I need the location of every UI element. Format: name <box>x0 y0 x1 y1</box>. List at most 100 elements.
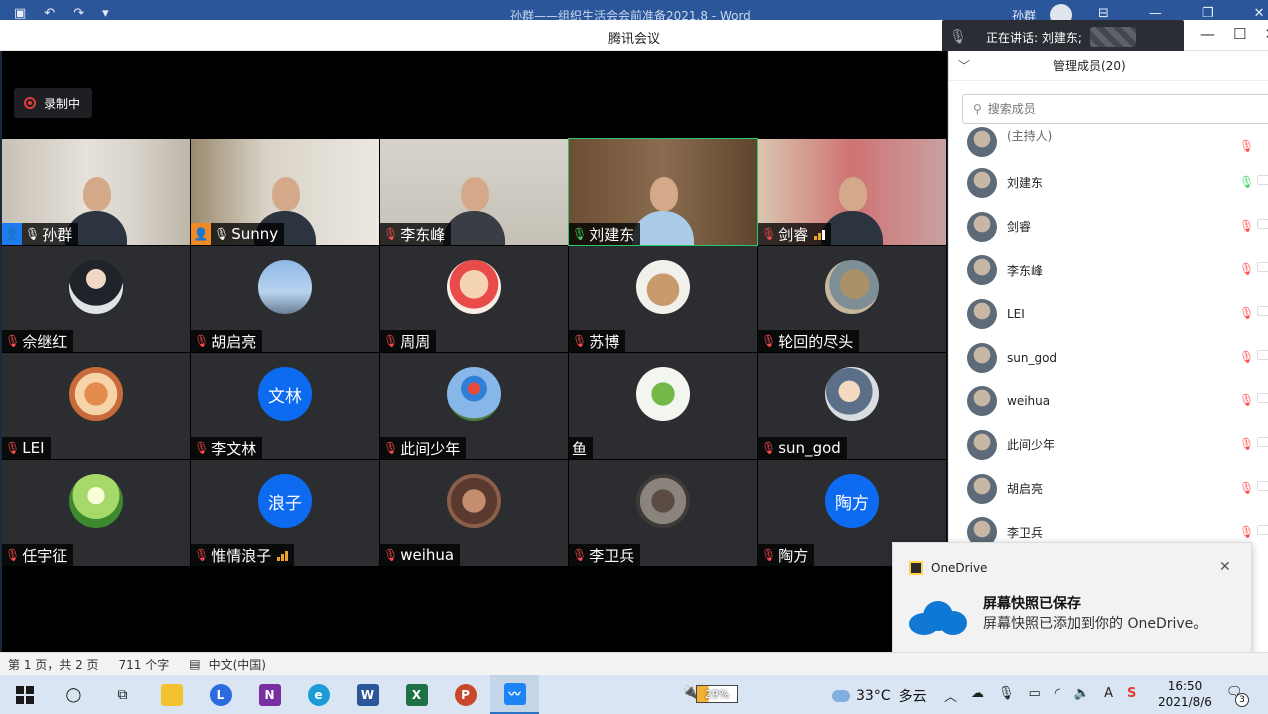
member-row[interactable]: 刘建东 🎙 <box>949 161 1268 205</box>
ime-icon[interactable]: A <box>1104 686 1113 705</box>
mic-muted-icon[interactable]: 🎙 <box>1239 481 1254 495</box>
wifi-icon[interactable]: ◜ <box>1055 686 1060 705</box>
member-search-input[interactable] <box>987 102 1228 116</box>
close-icon[interactable]: ✕ <box>1264 25 1268 43</box>
save-icon[interactable]: ▣ <box>14 6 26 21</box>
participant-tile[interactable]: 文林 🎙 李文林 <box>191 353 379 459</box>
participant-tile[interactable]: 🎙 李东峰 <box>380 139 568 245</box>
member-row[interactable]: 李卫兵 🎙 <box>949 511 1268 545</box>
microphone-active-icon[interactable]: 🎙 <box>1239 175 1254 189</box>
ribbon-options-icon[interactable]: ⊟ <box>1098 6 1109 21</box>
search-button[interactable]: ◯ <box>49 675 98 714</box>
battery-indicator[interactable]: 29% <box>696 685 738 703</box>
camera-off-icon[interactable] <box>1257 349 1268 360</box>
customize-icon[interactable]: ▾ <box>102 6 109 21</box>
participant-tile[interactable]: 🎙 sun_god <box>758 353 946 459</box>
participant-tile[interactable]: 鱼 <box>569 353 757 459</box>
close-icon[interactable]: ✕ <box>1254 6 1265 21</box>
language-indicator[interactable]: 中文(中国) <box>209 656 266 673</box>
excel-button[interactable]: X <box>392 675 441 714</box>
participant-tile[interactable]: 🎙 剑睿 <box>758 139 946 245</box>
mic-muted-icon: 🎙 <box>761 334 777 348</box>
chevron-up-icon[interactable]: ︿ <box>944 686 957 705</box>
camera-off-icon[interactable] <box>1257 218 1268 229</box>
edge-button[interactable]: e <box>294 675 343 714</box>
word-count[interactable]: 711 个字 <box>119 656 170 673</box>
participant-avatar <box>825 367 879 421</box>
file-explorer-button[interactable] <box>147 675 196 714</box>
participant-tile[interactable]: 👤 🎙 Sunny <box>191 139 379 245</box>
minimize-icon[interactable]: — <box>1200 25 1215 43</box>
tencent-meeting-button[interactable]: 〰 <box>490 675 539 714</box>
participant-tile[interactable]: 🎙 此间少年 <box>380 353 568 459</box>
close-icon[interactable]: ✕ <box>1219 559 1231 575</box>
proofing-icon[interactable]: ▤ <box>189 657 200 671</box>
member-search[interactable]: ⚲ <box>962 94 1268 124</box>
participant-tile[interactable]: 🎙 苏博 <box>569 246 757 352</box>
chevron-down-icon[interactable]: ﹀ <box>949 57 979 74</box>
participant-name: 李东峰 <box>400 225 446 244</box>
mic-muted-icon[interactable]: 🎙 <box>1239 306 1254 320</box>
participant-name-tag: 👤 🎙 Sunny <box>191 223 285 245</box>
page-count[interactable]: 第 1 页，共 2 页 <box>8 656 99 673</box>
microphone-icon[interactable]: 🎙 <box>998 686 1015 705</box>
camera-off-icon[interactable] <box>1257 393 1268 404</box>
redo-icon[interactable]: ↷ <box>73 6 84 21</box>
weather-widget[interactable]: 33°C 多云 <box>832 686 927 706</box>
mic-muted-icon[interactable]: 🎙 <box>1239 139 1254 153</box>
participant-tile[interactable]: 🎙 任宇征 <box>2 460 190 566</box>
participant-tile[interactable]: 🎙 weihua <box>380 460 568 566</box>
clock-date: 2021/8/6 <box>1158 695 1212 709</box>
powerpoint-button[interactable]: P <box>441 675 490 714</box>
participant-tile[interactable]: 🎙 周周 <box>380 246 568 352</box>
member-row[interactable]: LEI 🎙 <box>949 292 1268 336</box>
member-row[interactable]: 胡启亮 🎙 <box>949 467 1268 511</box>
participant-tile[interactable]: 浪子 🎙 惟情浪子 <box>191 460 379 566</box>
participant-tile-active-speaker[interactable]: 🎙 刘建东 <box>568 138 758 246</box>
camera-icon[interactable] <box>1257 175 1268 185</box>
member-row-host[interactable]: (主持人) 🎙 <box>949 125 1268 161</box>
mic-muted-icon[interactable]: 🎙 <box>1239 219 1254 233</box>
camera-off-icon[interactable] <box>1257 524 1268 535</box>
minimize-icon[interactable]: — <box>1149 6 1162 21</box>
member-row[interactable]: 剑睿 🎙 <box>949 205 1268 249</box>
system-clock[interactable]: 16:50 2021/8/6 <box>1150 678 1220 710</box>
participant-tile[interactable]: 🎙 佘继红 <box>2 246 190 352</box>
network-cloud-icon[interactable]: ☁ <box>971 686 984 705</box>
camera-off-icon[interactable] <box>1257 306 1268 317</box>
member-row[interactable]: 此间少年 🎙 <box>949 423 1268 467</box>
mic-muted-icon[interactable]: 🎙 <box>1239 393 1254 407</box>
onenote-button[interactable]: N <box>245 675 294 714</box>
participant-tile[interactable]: 🎙 胡启亮 <box>191 246 379 352</box>
undo-icon[interactable]: ↶ <box>44 6 55 21</box>
participant-tile[interactable]: 👤 🎙 孙群 <box>2 139 190 245</box>
participant-tile[interactable]: 🎙 LEI <box>2 353 190 459</box>
member-avatar <box>967 342 997 373</box>
member-row[interactable]: sun_god 🎙 <box>949 336 1268 380</box>
mic-muted-icon[interactable]: 🎙 <box>1239 525 1254 539</box>
microphone-icon: 🎙 <box>949 29 967 45</box>
task-view-button[interactable]: ⧉ <box>98 675 147 714</box>
maximize-icon[interactable]: ☐ <box>1233 25 1246 43</box>
notification-center-button[interactable]: 🗨 3 <box>1226 685 1249 707</box>
participant-tile[interactable]: 🎙 轮回的尽头 <box>758 246 946 352</box>
start-button[interactable] <box>0 675 49 714</box>
lark-app-button[interactable]: L <box>196 675 245 714</box>
restore-icon[interactable]: ❐ <box>1202 6 1214 21</box>
member-row[interactable]: weihua 🎙 <box>949 379 1268 423</box>
mic-muted-icon[interactable]: 🎙 <box>1239 350 1254 364</box>
sogou-icon[interactable]: S <box>1127 686 1136 705</box>
member-row[interactable]: 李东峰 🎙 <box>949 248 1268 292</box>
camera-icon[interactable] <box>1257 262 1268 273</box>
onedrive-notification[interactable]: OneDrive ✕ 屏幕快照已保存 屏幕快照已添加到你的 OneDrive。 <box>892 542 1252 662</box>
mic-muted-icon[interactable]: 🎙 <box>1239 437 1254 451</box>
participant-name: 剑睿 <box>778 225 809 244</box>
mic-muted-icon[interactable]: 🎙 <box>1239 262 1254 276</box>
volume-icon[interactable]: 🔈 <box>1074 686 1090 705</box>
camera-off-icon[interactable] <box>1257 437 1268 448</box>
camera-off-icon[interactable] <box>1257 480 1268 491</box>
battery-icon[interactable]: ▭ <box>1029 686 1041 705</box>
participant-tile[interactable]: 🎙 李卫兵 <box>569 460 757 566</box>
word-button[interactable]: W <box>343 675 392 714</box>
recording-badge[interactable]: 录制中 <box>14 88 93 118</box>
